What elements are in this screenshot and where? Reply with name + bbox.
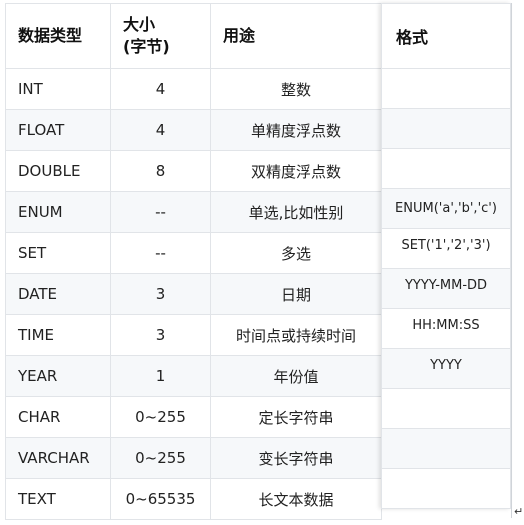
cell-format: YYYY-MM-DD xyxy=(381,269,511,309)
table-row: TIME 3 时间点或持续时间 xyxy=(5,314,382,356)
cell-usage: 长文本数据 xyxy=(210,478,382,520)
cell-size: 3 xyxy=(110,314,211,356)
cell-size: 4 xyxy=(110,109,211,151)
cell-size: -- xyxy=(110,191,211,233)
format-column: 格式 ENUM('a','b','c') SET('1','2','3') YY… xyxy=(381,3,511,509)
table-header-row: 数据类型 大小 (字节) 用途 xyxy=(5,3,382,69)
cell-format: ENUM('a','b','c') xyxy=(381,189,511,229)
data-types-table: 数据类型 大小 (字节) 用途 INT 4 整数 FLOAT 4 单精度浮点数 … xyxy=(5,3,382,520)
cell-format: YYYY xyxy=(381,349,511,389)
cell-usage: 双精度浮点数 xyxy=(210,150,382,192)
cell-usage: 定长字符串 xyxy=(210,396,382,438)
cell-usage: 整数 xyxy=(210,68,382,110)
header-data-type: 数据类型 xyxy=(5,3,111,69)
cell-size: -- xyxy=(110,232,211,274)
table-row: INT 4 整数 xyxy=(5,68,382,110)
header-size-line2: (字节) xyxy=(123,37,170,56)
cell-type: TIME xyxy=(5,314,111,356)
cell-type: ENUM xyxy=(5,191,111,233)
table-row: TEXT 0~65535 长文本数据 xyxy=(5,478,382,520)
cell-type: INT xyxy=(5,68,111,110)
header-usage: 用途 xyxy=(210,3,382,69)
header-size: 大小 (字节) xyxy=(110,3,211,69)
cell-size: 4 xyxy=(110,68,211,110)
cell-type: YEAR xyxy=(5,355,111,397)
cell-format xyxy=(381,389,511,429)
cell-format: SET('1','2','3') xyxy=(381,229,511,269)
cell-size: 0~255 xyxy=(110,437,211,479)
cell-usage: 多选 xyxy=(210,232,382,274)
cell-size: 3 xyxy=(110,273,211,315)
cell-format xyxy=(381,469,511,509)
cell-type: VARCHAR xyxy=(5,437,111,479)
return-arrow-icon: ↵ xyxy=(514,505,524,518)
cell-usage: 单精度浮点数 xyxy=(210,109,382,151)
cell-type: TEXT xyxy=(5,478,111,520)
table-row: YEAR 1 年份值 xyxy=(5,355,382,397)
table-row: VARCHAR 0~255 变长字符串 xyxy=(5,437,382,479)
cell-usage: 单选,比如性别 xyxy=(210,191,382,233)
cell-size: 8 xyxy=(110,150,211,192)
table-row: FLOAT 4 单精度浮点数 xyxy=(5,109,382,151)
cell-usage: 年份值 xyxy=(210,355,382,397)
cell-type: DATE xyxy=(5,273,111,315)
cell-size: 1 xyxy=(110,355,211,397)
header-format: 格式 xyxy=(381,3,511,69)
table-row: CHAR 0~255 定长字符串 xyxy=(5,396,382,438)
cell-format xyxy=(381,429,511,469)
cell-type: SET xyxy=(5,232,111,274)
right-edge-divider xyxy=(511,3,512,518)
table-row: DATE 3 日期 xyxy=(5,273,382,315)
cell-format xyxy=(381,69,511,109)
cell-format: HH:MM:SS xyxy=(381,309,511,349)
cell-usage: 变长字符串 xyxy=(210,437,382,479)
header-size-line1: 大小 xyxy=(123,15,156,34)
table-row: SET -- 多选 xyxy=(5,232,382,274)
table-row: DOUBLE 8 双精度浮点数 xyxy=(5,150,382,192)
cell-size: 0~65535 xyxy=(110,478,211,520)
cell-type: DOUBLE xyxy=(5,150,111,192)
cell-usage: 时间点或持续时间 xyxy=(210,314,382,356)
table-row: ENUM -- 单选,比如性别 xyxy=(5,191,382,233)
cell-size: 0~255 xyxy=(110,396,211,438)
cell-type: FLOAT xyxy=(5,109,111,151)
cell-usage: 日期 xyxy=(210,273,382,315)
cell-format xyxy=(381,109,511,149)
cell-type: CHAR xyxy=(5,396,111,438)
cell-format xyxy=(381,149,511,189)
